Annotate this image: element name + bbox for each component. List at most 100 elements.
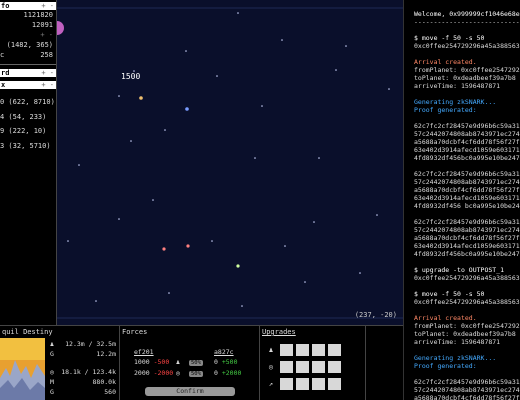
terminal-line: Arrival created. [414, 58, 477, 66]
list-item[interactable]: 9 (222, 10) [0, 124, 56, 139]
upgrade-slot[interactable] [280, 361, 293, 373]
from-silver-value: 2000 [134, 369, 150, 377]
terminal-line: Welcome, 0x999999cf1046e68e36 [414, 10, 520, 18]
upgrade-slot[interactable] [328, 344, 341, 356]
speed-icon: ↗ [268, 380, 274, 388]
planet[interactable] [186, 244, 190, 248]
section-title: fo [1, 2, 10, 10]
to-silver-delta: +2000 [221, 369, 242, 377]
coord-row: (1482, 365) [0, 40, 56, 50]
mining-icon: M [50, 378, 54, 386]
owned-planet[interactable] [57, 21, 64, 35]
population-icon: ♟ [50, 340, 54, 348]
terminal-line: 57c2442074808ab8743971ec274330 [414, 386, 520, 394]
terminal-line: $ move -f 50 -s 50 [414, 34, 485, 42]
terminal-line: Proof generated: [414, 362, 477, 370]
terminal-line: Proof generated: [414, 106, 477, 114]
map-label: 1500 [121, 72, 141, 81]
upgrade-slot[interactable] [312, 361, 325, 373]
collapse-controls[interactable]: + - [41, 69, 54, 77]
silver-percent-pill[interactable]: 50% [189, 369, 203, 377]
upgrade-slot[interactable] [328, 378, 341, 390]
terminal-line: arriveTime: 1596487871 [414, 82, 501, 90]
planet-name: quil Destiny [2, 328, 53, 336]
terminal-gap [414, 306, 520, 314]
terminal-line: Generating zkSNARK... [414, 354, 497, 362]
game-map[interactable]: 1500 (237, -20) [57, 0, 403, 325]
to-energy: 0 +500 [214, 358, 238, 366]
upgrade-slot[interactable] [296, 361, 309, 373]
terminal-line: fromPlanet: 0xc0ffee2547292 [414, 66, 520, 74]
terminal-gap [414, 370, 520, 378]
terminal-line: 63e402d3914afecd1059e603171a2 [414, 242, 520, 250]
list-item[interactable]: 3 (32, 5710) [0, 139, 56, 154]
collapse-controls[interactable]: + - [41, 2, 54, 10]
planet[interactable] [162, 247, 166, 251]
to-energy-delta: +500 [221, 358, 238, 366]
from-energy: 1000 -500 [134, 358, 169, 366]
terminal-gap [414, 90, 520, 98]
mining-stat: M 880.0k [50, 378, 116, 387]
planet-detail-pane: quil Destiny ♟ 12.3m / 32.5m G 12.2m ◎ 1… [0, 325, 120, 400]
stat-value: 258 [40, 51, 53, 59]
terminal-line: toPlanet: 0xdeadbeef39a7b8 [414, 74, 516, 82]
to-energy-value: 0 [214, 358, 218, 366]
terminal-line: arriveTime: 1596487871 [414, 338, 501, 346]
terminal-line: 62c7fc2cf28457e9d96b6c59a31bb [414, 170, 520, 178]
terminal-line: toPlanet: 0xdeadbeef39a7b8 [414, 330, 516, 338]
stat-row: 12091 [0, 20, 56, 30]
planet[interactable] [185, 107, 189, 111]
silver-icon: ◎ [50, 368, 54, 376]
terminal-gap [414, 210, 520, 218]
collapse-controls[interactable]: + - [40, 31, 53, 39]
terminal-line: $ move -f 50 -s 50 [414, 290, 485, 298]
collapse-controls[interactable]: + - [41, 81, 54, 89]
section-header-index[interactable]: x + - [0, 81, 56, 89]
percent-pill[interactable]: 50% [189, 371, 203, 377]
stat-value: 18.1k / 123.4k [61, 368, 116, 376]
upgrades-title: Upgrades [262, 328, 296, 336]
section-header-info[interactable]: fo + - [0, 2, 56, 10]
planet[interactable] [139, 96, 143, 100]
confirm-button[interactable]: Confirm [145, 387, 235, 396]
growth-stat: G 12.2m [50, 350, 116, 359]
silver-stat: ◎ 18.1k / 123.4k [50, 368, 116, 377]
upgrade-slot[interactable] [328, 361, 341, 373]
upgrade-slot[interactable] [312, 344, 325, 356]
upgrade-slot[interactable] [280, 378, 293, 390]
terminal-line: 4fd8932df456bc0a995e10be247880 [414, 154, 520, 162]
section-title: rd [1, 69, 10, 77]
terminal-gap [414, 50, 520, 58]
terminal-line: 63e402d3914afecd1059e603171a2 [414, 146, 520, 154]
terminal-gap [414, 26, 520, 34]
stat-value: 1121820 [23, 11, 53, 19]
forces-pane: Forces ef201 a827c 1000 -500 ♟ 50% 0 +50… [120, 325, 260, 400]
empty-pane [366, 325, 403, 400]
stat-row: c 258 [0, 50, 56, 60]
upgrade-slot[interactable] [296, 344, 309, 356]
list-item[interactable]: 4 (54, 233) [0, 110, 56, 125]
terminal-line: fromPlanet: 0xc0ffee2547292 [414, 322, 520, 330]
terminal-gap [414, 258, 520, 266]
terminal-gap [414, 282, 520, 290]
forces-title: Forces [122, 328, 148, 336]
from-planet-name[interactable]: ef201 [134, 348, 154, 356]
upgrade-slot[interactable] [280, 344, 293, 356]
percent-pill[interactable]: 50% [189, 360, 203, 366]
from-silver-delta: -2000 [153, 369, 174, 377]
energy-percent-pill[interactable]: 50% [189, 358, 203, 366]
to-planet-name[interactable]: a827c [214, 348, 234, 356]
stat-value: 12.3m / 32.5m [65, 340, 116, 348]
stat-value: 12091 [31, 21, 53, 29]
planet[interactable] [236, 264, 240, 268]
terminal[interactable]: Welcome, 0x999999cf1046e68e36 -----------… [403, 0, 520, 400]
map-canvas[interactable] [57, 0, 403, 325]
upgrade-slot[interactable] [312, 378, 325, 390]
upgrade-slot[interactable] [296, 378, 309, 390]
terminal-line: 0xc0ffee254729296a45a3885639AC [414, 298, 520, 306]
terminal-line: 0xc0ffee254729296a45a3885639AC [414, 42, 520, 50]
list-item[interactable]: 0 (622, 8710) [0, 95, 56, 110]
section-header-board[interactable]: rd + - [0, 69, 56, 77]
to-silver: 0 +2000 [214, 369, 241, 377]
gold-stat: G 560 [50, 388, 116, 397]
